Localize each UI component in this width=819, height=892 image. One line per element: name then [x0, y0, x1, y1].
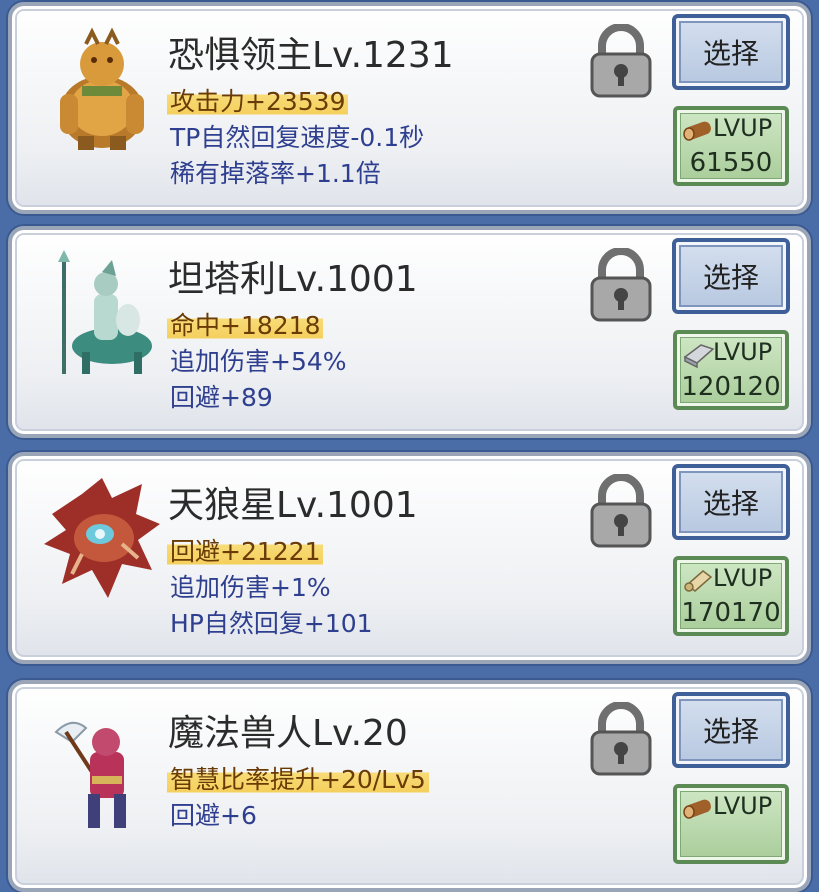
lvup-label: LVUP [713, 564, 773, 592]
select-button[interactable]: 选择 [672, 14, 790, 90]
lock-icon[interactable] [588, 474, 654, 548]
fear-lord-portrait [60, 27, 144, 150]
monster-card: 坦塔利Lv.1001 命中+18218 追加伤害+54% 回避+89 选择 LV… [8, 226, 811, 438]
lock-icon[interactable] [588, 702, 654, 776]
lvup-label: LVUP [713, 114, 773, 142]
stat-secondary: TP自然回复速度-0.1秒 [170, 123, 425, 152]
monster-list[interactable]: 恐惧领主Lv.1231 攻击力+23539 TP自然回复速度-0.1秒 稀有掉落… [0, 0, 819, 892]
lvup-cost: 120120 [681, 372, 781, 402]
monster-card: 天狼星Lv.1001 回避+21221 追加伤害+1% HP自然回复+101 选… [8, 452, 811, 664]
lock-icon[interactable] [588, 24, 654, 98]
stat-tertiary: 回避+89 [170, 383, 273, 412]
stat-primary: 智慧比率提升+20/Lv5 [167, 760, 429, 796]
lvup-button[interactable]: LVUP 120120 [673, 330, 789, 410]
lvup-cost: 61550 [689, 148, 773, 178]
stat-secondary: 回避+6 [170, 801, 257, 830]
lvup-cost: 170170 [681, 598, 781, 628]
select-button[interactable]: 选择 [672, 692, 790, 768]
stat-secondary: 追加伤害+1% [170, 573, 331, 602]
lvup-label: LVUP [713, 792, 773, 820]
lvup-label: LVUP [713, 338, 773, 366]
lvup-button[interactable]: LVUP [673, 784, 789, 864]
monster-name: 天狼星Lv.1001 [168, 485, 418, 526]
iron-ingot-icon [683, 344, 715, 369]
log-icon [683, 799, 711, 819]
stat-primary: 命中+18218 [167, 306, 324, 342]
stat-tertiary: 稀有掉落率+1.1倍 [170, 159, 381, 188]
lvup-button[interactable]: LVUP 61550 [673, 106, 789, 186]
magic-orc-portrait [54, 721, 126, 828]
select-button[interactable]: 选择 [672, 238, 790, 314]
lock-icon[interactable] [588, 248, 654, 322]
stat-secondary: 追加伤害+54% [170, 347, 347, 376]
stat-primary: 回避+21221 [167, 532, 324, 568]
select-button[interactable]: 选择 [672, 464, 790, 540]
monster-name: 坦塔利Lv.1001 [168, 259, 418, 300]
monster-name: 恐惧领主Lv.1231 [168, 35, 454, 76]
monster-name: 魔法兽人Lv.20 [168, 713, 408, 754]
monster-card: 恐惧领主Lv.1231 攻击力+23539 TP自然回复速度-0.1秒 稀有掉落… [8, 2, 811, 214]
scroll-icon [684, 570, 713, 592]
lvup-button[interactable]: LVUP 170170 [673, 556, 789, 636]
stat-primary: 攻击力+23539 [167, 82, 349, 118]
log-icon [683, 121, 711, 141]
tantali-portrait [58, 250, 152, 374]
sirius-portrait [44, 478, 160, 598]
stat-tertiary: HP自然回复+101 [170, 609, 373, 638]
monster-card: 魔法兽人Lv.20 智慧比率提升+20/Lv5 回避+6 选择 LVUP [8, 680, 811, 892]
